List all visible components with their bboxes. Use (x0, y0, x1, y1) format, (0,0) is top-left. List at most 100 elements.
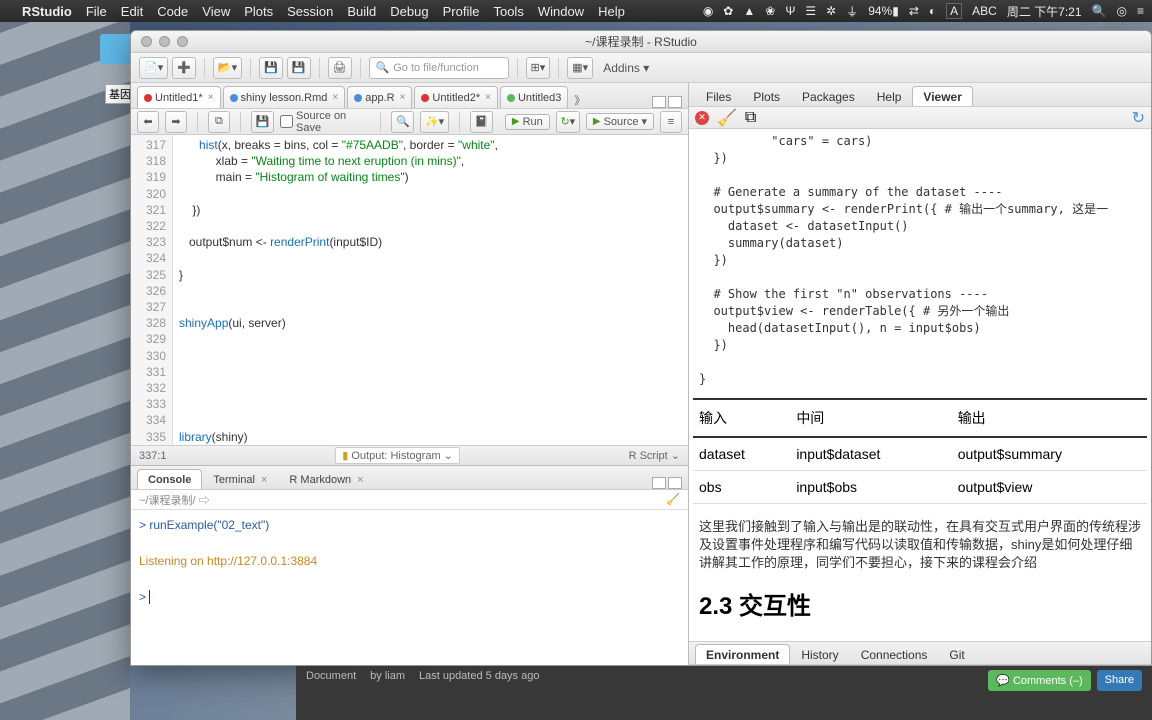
viewer-content[interactable]: "cars" = cars) }) # Generate a summary o… (689, 129, 1151, 641)
tab-files[interactable]: Files (695, 86, 742, 106)
share-button[interactable]: Share (1097, 670, 1142, 691)
file-type-label[interactable]: R Script ⌄ (629, 449, 680, 462)
goto-file-input[interactable]: 🔍 Go to file/function (369, 57, 509, 79)
save-button[interactable]: 💾 (251, 111, 274, 133)
workspace-button[interactable]: ⊞▾ (526, 57, 551, 79)
menu-tools[interactable]: Tools (493, 4, 523, 19)
clear-console-icon[interactable]: 🧹 (666, 493, 680, 506)
tab-plots[interactable]: Plots (742, 86, 791, 106)
app-name[interactable]: RStudio (22, 4, 72, 19)
tab-untitled2[interactable]: Untitled2*× (414, 86, 498, 108)
menu-view[interactable]: View (202, 4, 230, 19)
status-icon[interactable]: ◉ (703, 4, 713, 18)
close-icon[interactable]: × (485, 92, 491, 103)
compile-report-button[interactable]: 📓 (470, 111, 493, 133)
source-on-save-checkbox[interactable]: Source on Save (280, 110, 370, 134)
save-button[interactable]: 💾 (259, 57, 283, 79)
close-icon[interactable]: × (332, 92, 338, 103)
status-icon[interactable]: ✲ (826, 4, 836, 18)
popout-viewer-icon[interactable]: ⧉ (745, 109, 756, 127)
status-icon[interactable]: ▲ (743, 4, 755, 18)
viewer-table: 输入 中间 输出 dataset input$dataset output$su… (693, 398, 1147, 504)
stop-button[interactable]: ✕ (695, 111, 709, 125)
tab-shiny-lesson[interactable]: shiny lesson.Rmd× (223, 86, 346, 108)
source-button[interactable]: ▶Source ▾ (586, 113, 654, 130)
menu-help[interactable]: Help (598, 4, 625, 19)
save-all-button[interactable]: 💾 (287, 57, 311, 79)
close-icon[interactable]: × (208, 92, 214, 103)
status-icon[interactable]: Ψ (785, 4, 795, 18)
viewer-toolbar: ✕ 🧹 ⧉ ↻ (689, 107, 1151, 129)
menu-window[interactable]: Window (538, 4, 584, 19)
background-app-bar: Document by liam Last updated 5 days ago… (296, 666, 1152, 720)
tab-history[interactable]: History (790, 644, 849, 664)
comments-button[interactable]: 💬 Comments (–) (988, 670, 1090, 691)
maximize-pane-icon[interactable] (668, 477, 682, 489)
open-file-button[interactable]: 📂▾ (213, 57, 242, 79)
back-button[interactable]: ⬅ (137, 111, 159, 133)
tab-untitled3[interactable]: Untitled3 (500, 86, 568, 108)
separator (319, 58, 320, 78)
tab-console[interactable]: Console (137, 469, 202, 489)
tab-git[interactable]: Git (938, 644, 975, 664)
new-file-button[interactable]: 📄▾ (139, 57, 168, 79)
forward-button[interactable]: ➡ (165, 111, 187, 133)
menu-edit[interactable]: Edit (121, 4, 143, 19)
battery-status[interactable]: 94% ▮ (868, 4, 899, 18)
close-icon[interactable]: × (400, 92, 406, 103)
status-icon[interactable]: ◐ (929, 4, 936, 18)
menu-build[interactable]: Build (347, 4, 376, 19)
status-icon[interactable]: ❀ (765, 4, 775, 18)
notification-icon[interactable]: ≡ (1137, 4, 1144, 18)
wifi-icon[interactable]: ⏚ (846, 3, 858, 20)
tab-rmarkdown[interactable]: R Markdown× (278, 469, 374, 489)
tab-help[interactable]: Help (866, 86, 913, 106)
tab-overflow[interactable]: 》 (570, 92, 589, 108)
tab-connections[interactable]: Connections (850, 644, 939, 664)
clear-viewer-icon[interactable]: 🧹 (717, 108, 737, 128)
viewer-paragraph: 这里我们接触到了输入与输出是的联动性，在具有交互式用户界面的传统程涉及设置事件处… (689, 510, 1151, 580)
outline-button[interactable]: ≡ (660, 111, 682, 133)
window-titlebar[interactable]: ~/课程录制 - RStudio (131, 31, 1151, 53)
spotlight-icon[interactable]: 🔍 (1092, 4, 1107, 18)
cursor-position: 337:1 (139, 450, 167, 462)
minimize-pane-icon[interactable] (652, 96, 666, 108)
ime-label[interactable]: ABC (972, 4, 997, 18)
chunk-label[interactable]: ▮ Output: Histogram ⌄ (335, 447, 460, 464)
ime-indicator[interactable]: A (946, 3, 962, 19)
maximize-pane-icon[interactable] (668, 96, 682, 108)
menu-code[interactable]: Code (157, 4, 188, 19)
addins-menu[interactable]: Addins ▾ (597, 61, 655, 75)
tab-environment[interactable]: Environment (695, 644, 790, 664)
menu-file[interactable]: File (86, 4, 107, 19)
console-output[interactable]: > runExample("02_text") Listening on htt… (131, 510, 688, 665)
refresh-icon[interactable]: ↻ (1132, 108, 1145, 128)
separator (204, 58, 205, 78)
code-tools-button[interactable]: ✨▾ (420, 111, 448, 133)
minimize-pane-icon[interactable] (652, 477, 666, 489)
menu-debug[interactable]: Debug (390, 4, 428, 19)
menu-profile[interactable]: Profile (443, 4, 480, 19)
code-editor[interactable]: 3173183193203213223233243253263273283293… (131, 135, 688, 445)
new-project-button[interactable]: ➕ (172, 57, 196, 79)
print-button[interactable]: 🖨 (328, 57, 352, 79)
status-icon[interactable]: ✿ (723, 4, 733, 18)
tab-terminal[interactable]: Terminal× (202, 469, 278, 489)
tab-viewer[interactable]: Viewer (912, 86, 972, 106)
run-button[interactable]: ▶Run (505, 114, 550, 130)
siri-icon[interactable]: ◎ (1117, 4, 1127, 18)
console-tabs: Console Terminal× R Markdown× (131, 466, 688, 490)
clock[interactable]: 周二 下午7:21 (1007, 3, 1082, 20)
menu-plots[interactable]: Plots (244, 4, 273, 19)
menu-session[interactable]: Session (287, 4, 333, 19)
grid-button[interactable]: ▦▾ (567, 57, 593, 79)
tab-packages[interactable]: Packages (791, 86, 866, 106)
tab-untitled1[interactable]: Untitled1*× (137, 86, 221, 108)
show-in-new-window-button[interactable]: ⧉ (208, 111, 230, 133)
tab-app-r[interactable]: app.R× (347, 86, 412, 108)
separator (360, 58, 361, 78)
status-icon[interactable]: ☰ (805, 4, 816, 18)
rerun-button[interactable]: ↻▾ (556, 111, 580, 133)
find-button[interactable]: 🔍 (391, 111, 414, 133)
status-icon[interactable]: ⇄ (909, 4, 919, 18)
